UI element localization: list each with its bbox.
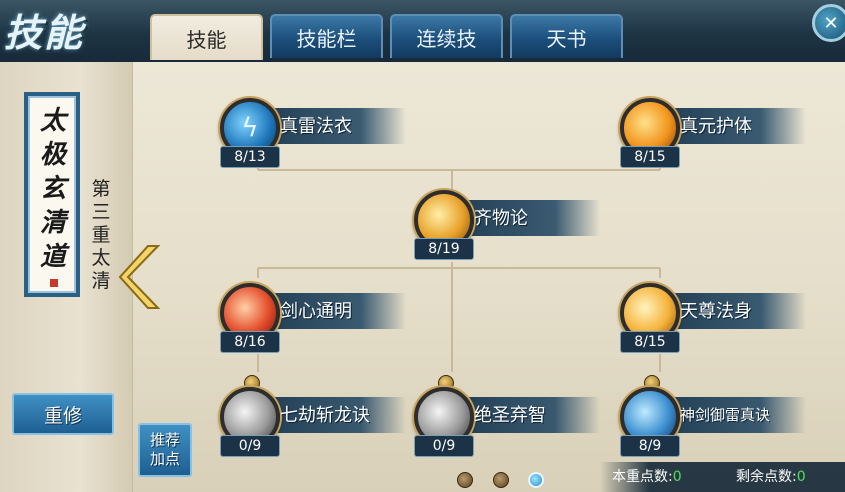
remaining-points-label: 剩余点数:: [736, 469, 797, 485]
stage-points: 本重点数:0: [612, 466, 682, 486]
remaining-points: 剩余点数:0: [736, 466, 806, 486]
skill-name: 绝圣弃智: [474, 405, 546, 426]
skill-node[interactable]: 神剑御雷真诀 8/9: [606, 375, 806, 465]
skill-node[interactable]: ϟ 真雷法衣 8/13: [206, 96, 406, 176]
skill-node[interactable]: 剑心通明 8/16: [206, 281, 406, 361]
skill-node[interactable]: 绝圣弃智 0/9: [400, 375, 600, 465]
skill-node[interactable]: 真元护体 8/15: [606, 96, 806, 176]
skill-level: 8/9: [620, 435, 680, 457]
chevron-left-icon[interactable]: [118, 244, 162, 310]
skill-name: 齐物论: [474, 208, 528, 229]
scroll-title-plaque: 太极玄清道: [24, 92, 80, 297]
skill-level: 8/16: [220, 331, 280, 353]
remaining-points-value: 0: [796, 469, 806, 485]
stage-points-label: 本重点数:: [612, 469, 673, 485]
seal-stamp-icon: [50, 279, 58, 287]
page-dot[interactable]: [493, 472, 509, 488]
skill-name: 神剑御雷真诀: [680, 406, 771, 424]
stage-label: 第三重太清: [91, 178, 111, 292]
skill-level: 8/15: [620, 331, 680, 353]
skill-level: 0/9: [220, 435, 280, 457]
skill-name: 真元护体: [680, 116, 752, 137]
skill-name: 天尊法身: [680, 301, 752, 322]
skill-name: 剑心通明: [280, 301, 352, 322]
skill-node[interactable]: 齐物论 8/19: [400, 188, 600, 268]
skill-node[interactable]: 七劫斩龙诀 0/9: [206, 375, 406, 465]
page-dot[interactable]: [457, 472, 473, 488]
recommend-label-1: 推荐: [149, 431, 180, 449]
page-dot-active[interactable]: [528, 472, 544, 488]
skill-node[interactable]: 天尊法身 8/15: [606, 281, 806, 361]
recommend-label-2: 加点: [149, 450, 180, 468]
skill-level: 8/13: [220, 146, 280, 168]
reset-button[interactable]: 重修: [12, 393, 114, 435]
stage-points-value: 0: [672, 469, 682, 485]
recommend-points-button[interactable]: 推荐 加点: [138, 423, 192, 477]
skill-level: 8/15: [620, 146, 680, 168]
skill-name: 真雷法衣: [280, 116, 352, 137]
skill-level: 0/9: [414, 435, 474, 457]
skill-level: 8/19: [414, 238, 474, 260]
skill-name: 七劫斩龙诀: [280, 405, 370, 426]
scroll-title: 太极玄清道: [39, 106, 66, 272]
